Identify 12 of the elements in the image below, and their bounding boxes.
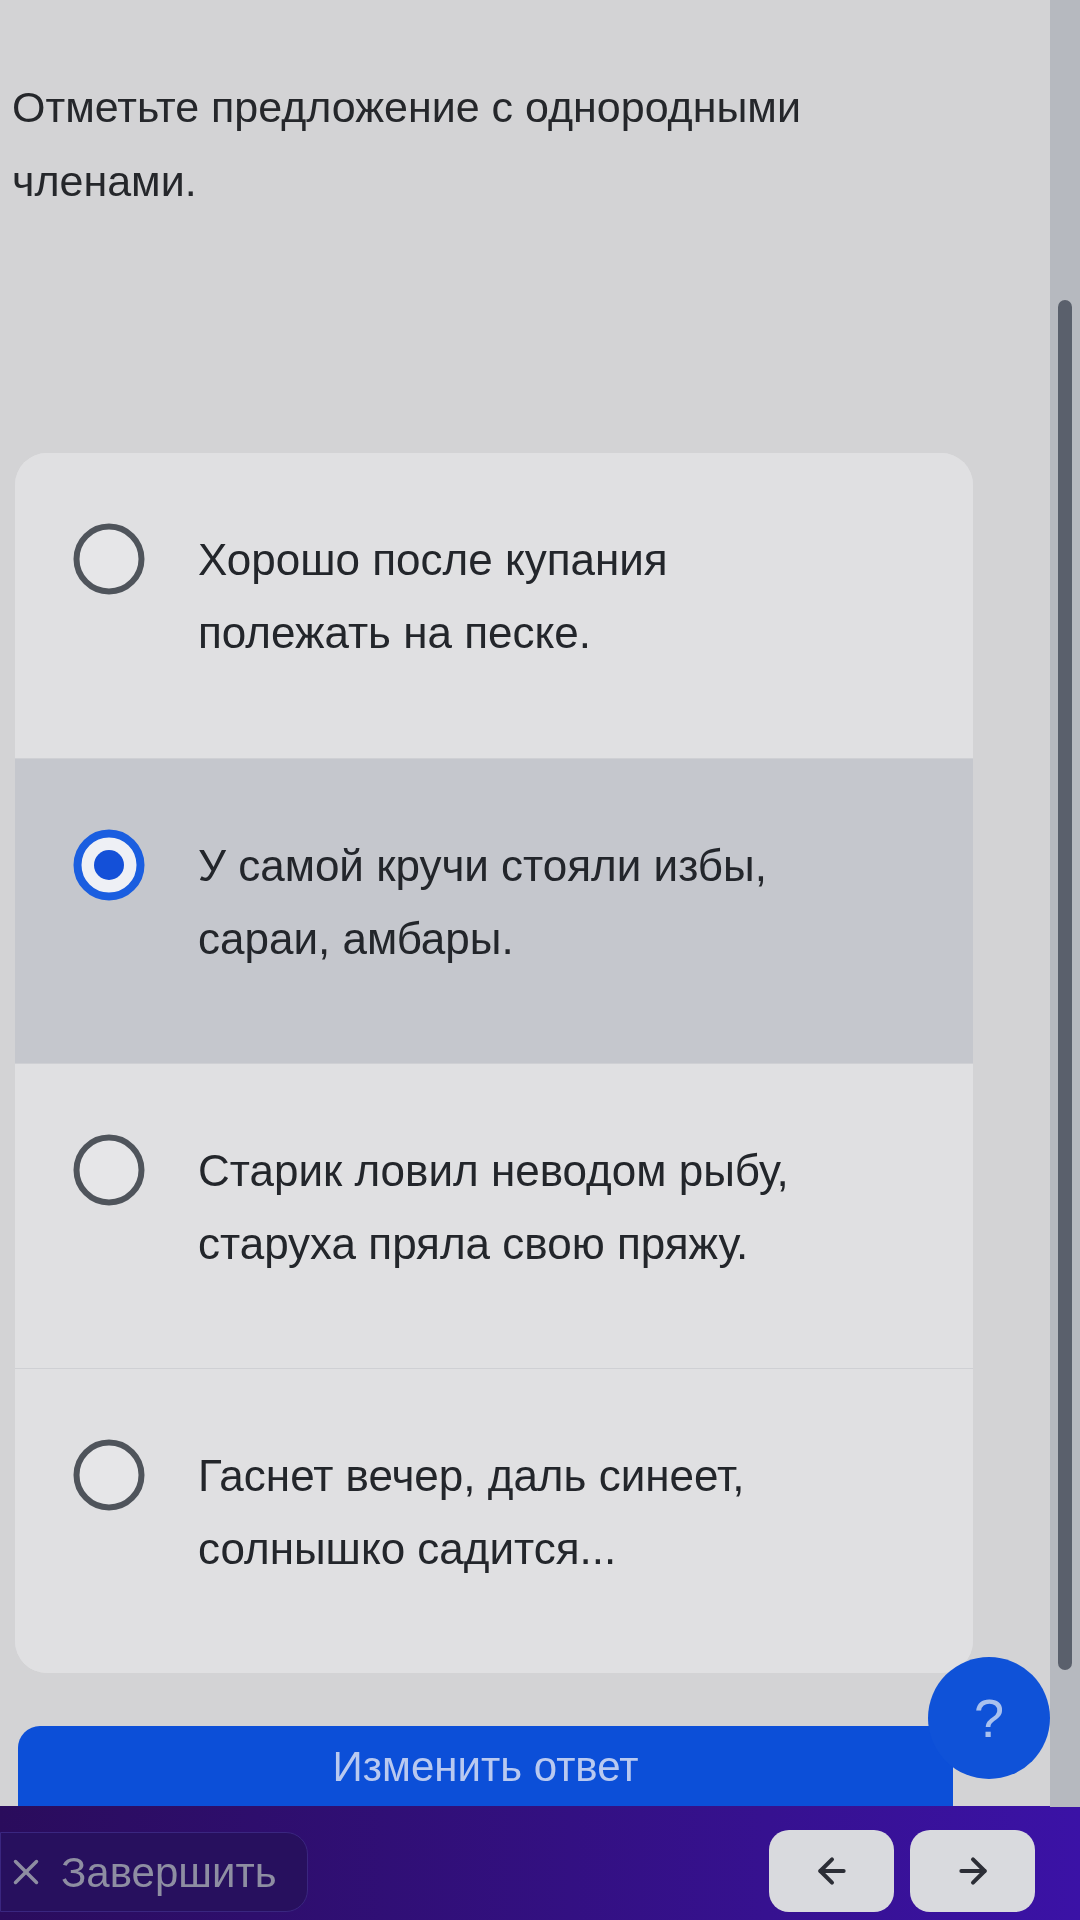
radio-icon[interactable] (73, 523, 145, 595)
radio-icon[interactable] (73, 1439, 145, 1511)
radio-icon[interactable] (73, 829, 145, 901)
radio-icon[interactable] (73, 1134, 145, 1206)
previous-button[interactable] (769, 1830, 894, 1912)
help-button[interactable]: ? (928, 1657, 1050, 1779)
next-button[interactable] (910, 1830, 1035, 1912)
answer-option[interactable]: У самой кручи стояли избы, сараи, амбары. (15, 758, 973, 1063)
finish-button[interactable]: Завершить (0, 1832, 308, 1912)
scrollbar-thumb[interactable] (1058, 300, 1072, 1670)
question-text: Отметьте предложение с однородными членами. (12, 82, 802, 207)
change-answer-button[interactable]: Изменить ответ (18, 1726, 953, 1806)
